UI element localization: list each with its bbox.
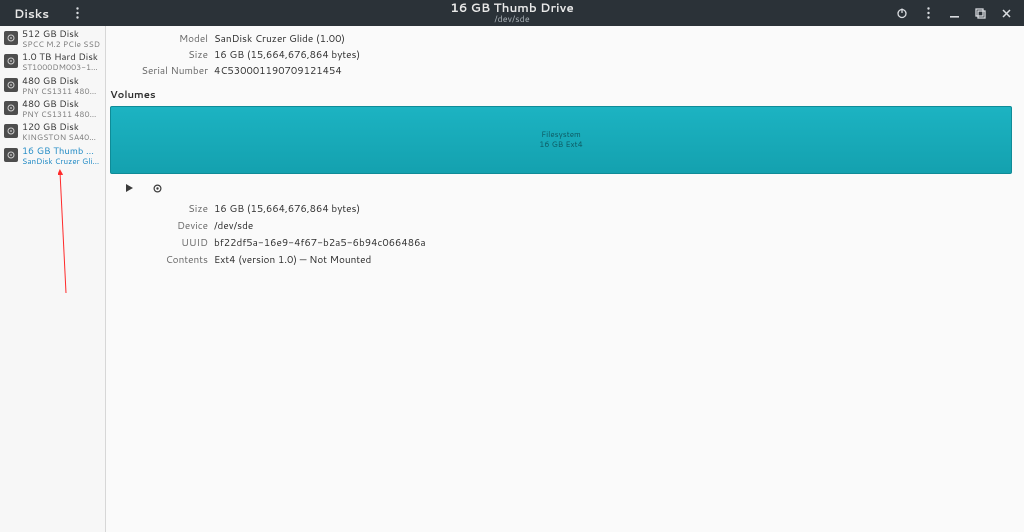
drive-info: Model SanDisk Cruzer Glide (1.00) Size 1… [136,32,1012,78]
value-vol-device: /dev/sde [214,219,1012,233]
label-vol-device: Device [162,219,208,233]
disk-icon [4,148,18,162]
sidebar-device-item[interactable]: 1.0 TB Hard DiskST1000DM003-1ER162 [0,51,105,74]
value-vol-contents: Ext4 (version 1.0) — Not Mounted [214,253,1012,267]
volume-details: Size 16 GB (15,664,676,864 bytes) Device… [162,202,1012,267]
device-title: 16 GB Thumb Drive [22,147,101,157]
label-vol-size: Size [162,202,208,216]
device-title: 480 GB Disk [22,77,101,87]
app-menu-button[interactable] [65,3,89,23]
titlebar: Disks 16 GB Thumb Drive /dev/sde [0,0,1024,26]
label-vol-uuid: UUID [162,236,208,250]
volumes-heading: Volumes [110,88,1012,102]
window-title: 16 GB Thumb Drive [0,2,1024,14]
label-vol-contents: Contents [162,253,208,267]
kebab-menu-icon [927,7,930,19]
disk-icon [4,54,18,68]
sidebar-device-item[interactable]: 120 GB DiskKINGSTON SA400S37120G [0,121,105,144]
device-title: 1.0 TB Hard Disk [22,53,101,63]
power-button[interactable] [894,5,910,21]
close-icon [1001,8,1012,19]
device-subtitle: SPCC M.2 PCIe SSD [22,40,100,48]
maximize-icon [975,8,986,19]
value-serial: 4C530001190709121454 [214,64,1012,78]
disk-icon [4,78,18,92]
device-subtitle: ST1000DM003-1ER162 [22,63,101,71]
volume-size-label: 16 GB Ext4 [539,140,583,150]
gear-icon [152,183,163,194]
mount-button[interactable] [120,180,138,196]
value-size: 16 GB (15,664,676,864 bytes) [214,48,1012,62]
sidebar-device-item[interactable]: 512 GB DiskSPCC M.2 PCIe SSD [0,28,105,51]
drive-menu-button[interactable] [920,5,936,21]
close-button[interactable] [998,5,1014,21]
maximize-button[interactable] [972,5,988,21]
disk-icon [4,124,18,138]
sidebar-device-item[interactable]: 480 GB DiskPNY CS1311 480GB SSD [0,98,105,121]
value-vol-size: 16 GB (15,664,676,864 bytes) [214,202,1012,216]
window-subtitle: /dev/sde [0,14,1024,24]
device-subtitle: SanDisk Cruzer Glide [22,157,101,165]
minimize-button[interactable] [946,5,962,21]
sidebar-device-item[interactable]: 16 GB Thumb DriveSanDisk Cruzer Glide [0,145,105,168]
label-size: Size [136,48,208,62]
label-model: Model [136,32,208,46]
device-subtitle: PNY CS1311 480GB SSD [22,110,101,118]
device-sidebar: 512 GB DiskSPCC M.2 PCIe SSD1.0 TB Hard … [0,26,106,532]
kebab-menu-icon [76,7,79,19]
device-subtitle: PNY CS1311 480GB SSD [22,87,101,95]
annotation-arrow [58,168,98,298]
power-icon [896,7,908,19]
device-title: 120 GB Disk [22,123,101,133]
minimize-icon [949,8,960,19]
volume-settings-button[interactable] [148,180,166,196]
value-model: SanDisk Cruzer Glide (1.00) [214,32,1012,46]
device-title: 480 GB Disk [22,100,101,110]
value-vol-uuid: bf22df5a-16e9-4f67-b2a5-6b94c066486a [214,236,1012,250]
disk-icon [4,31,18,45]
content-panel: Model SanDisk Cruzer Glide (1.00) Size 1… [106,26,1024,532]
label-serial: Serial Number [136,64,208,78]
device-title: 512 GB Disk [22,30,100,40]
disk-icon [4,101,18,115]
device-subtitle: KINGSTON SA400S37120G [22,133,101,141]
sidebar-device-item[interactable]: 480 GB DiskPNY CS1311 480GB SSD [0,75,105,98]
app-name: Disks [4,5,59,22]
play-icon [125,183,134,193]
volume-partition[interactable]: Filesystem 16 GB Ext4 [110,106,1012,174]
